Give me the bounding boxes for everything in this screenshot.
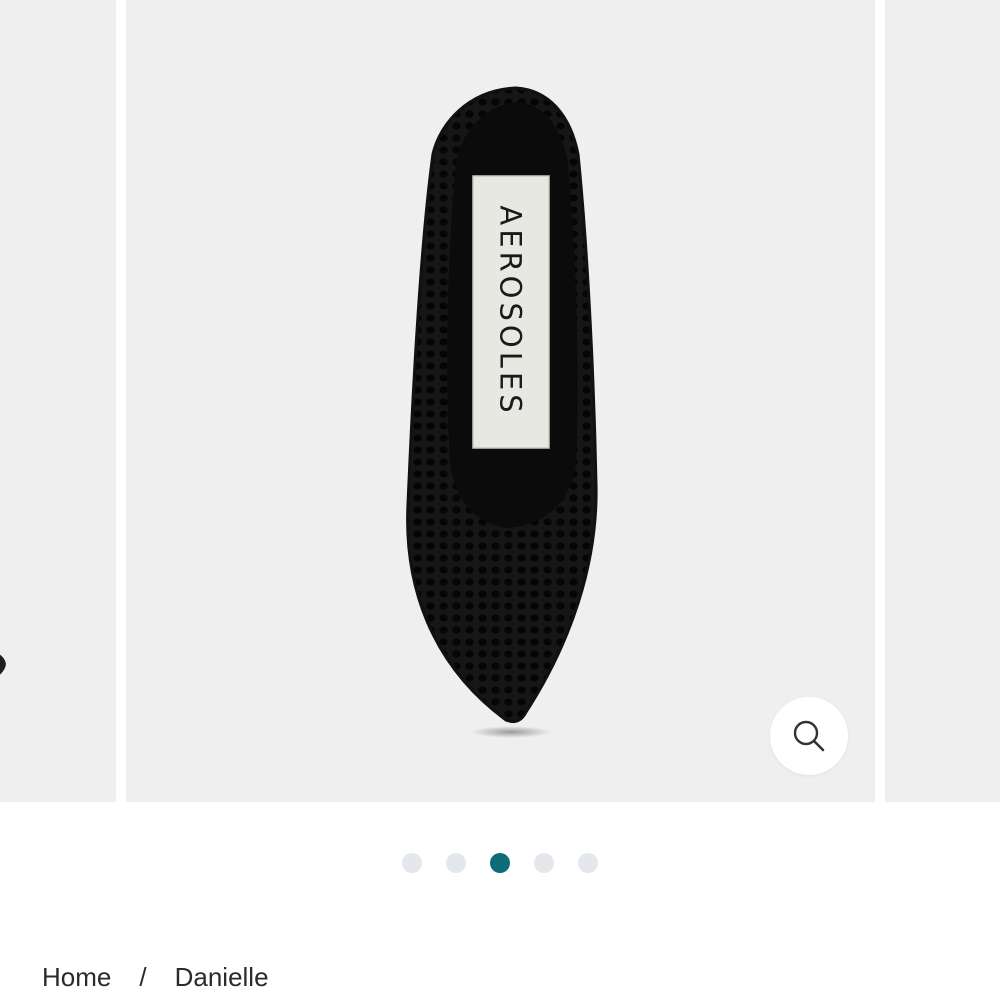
breadcrumb: Home / Danielle (42, 962, 269, 993)
previous-slide[interactable] (0, 0, 116, 802)
pagination-dot-3-active[interactable] (490, 853, 510, 873)
breadcrumb-separator: / (139, 962, 147, 992)
zoom-button[interactable] (770, 697, 848, 775)
breadcrumb-current: Danielle (174, 962, 269, 992)
current-slide[interactable]: AEROSOLES (126, 0, 875, 802)
carousel-pagination (0, 852, 1000, 874)
pagination-dot-1[interactable] (402, 853, 422, 873)
pagination-dot-5[interactable] (578, 853, 598, 873)
pagination-dot-4[interactable] (534, 853, 554, 873)
pagination-dot-2[interactable] (446, 853, 466, 873)
search-icon (793, 720, 825, 752)
brand-label: AEROSOLES (473, 176, 549, 446)
breadcrumb-home-link[interactable]: Home (42, 962, 111, 993)
previous-shoe-image (0, 654, 6, 675)
next-slide[interactable] (885, 0, 1000, 802)
image-carousel[interactable]: AEROSOLES (0, 0, 1000, 802)
brand-label-text: AEROSOLES (494, 205, 529, 417)
